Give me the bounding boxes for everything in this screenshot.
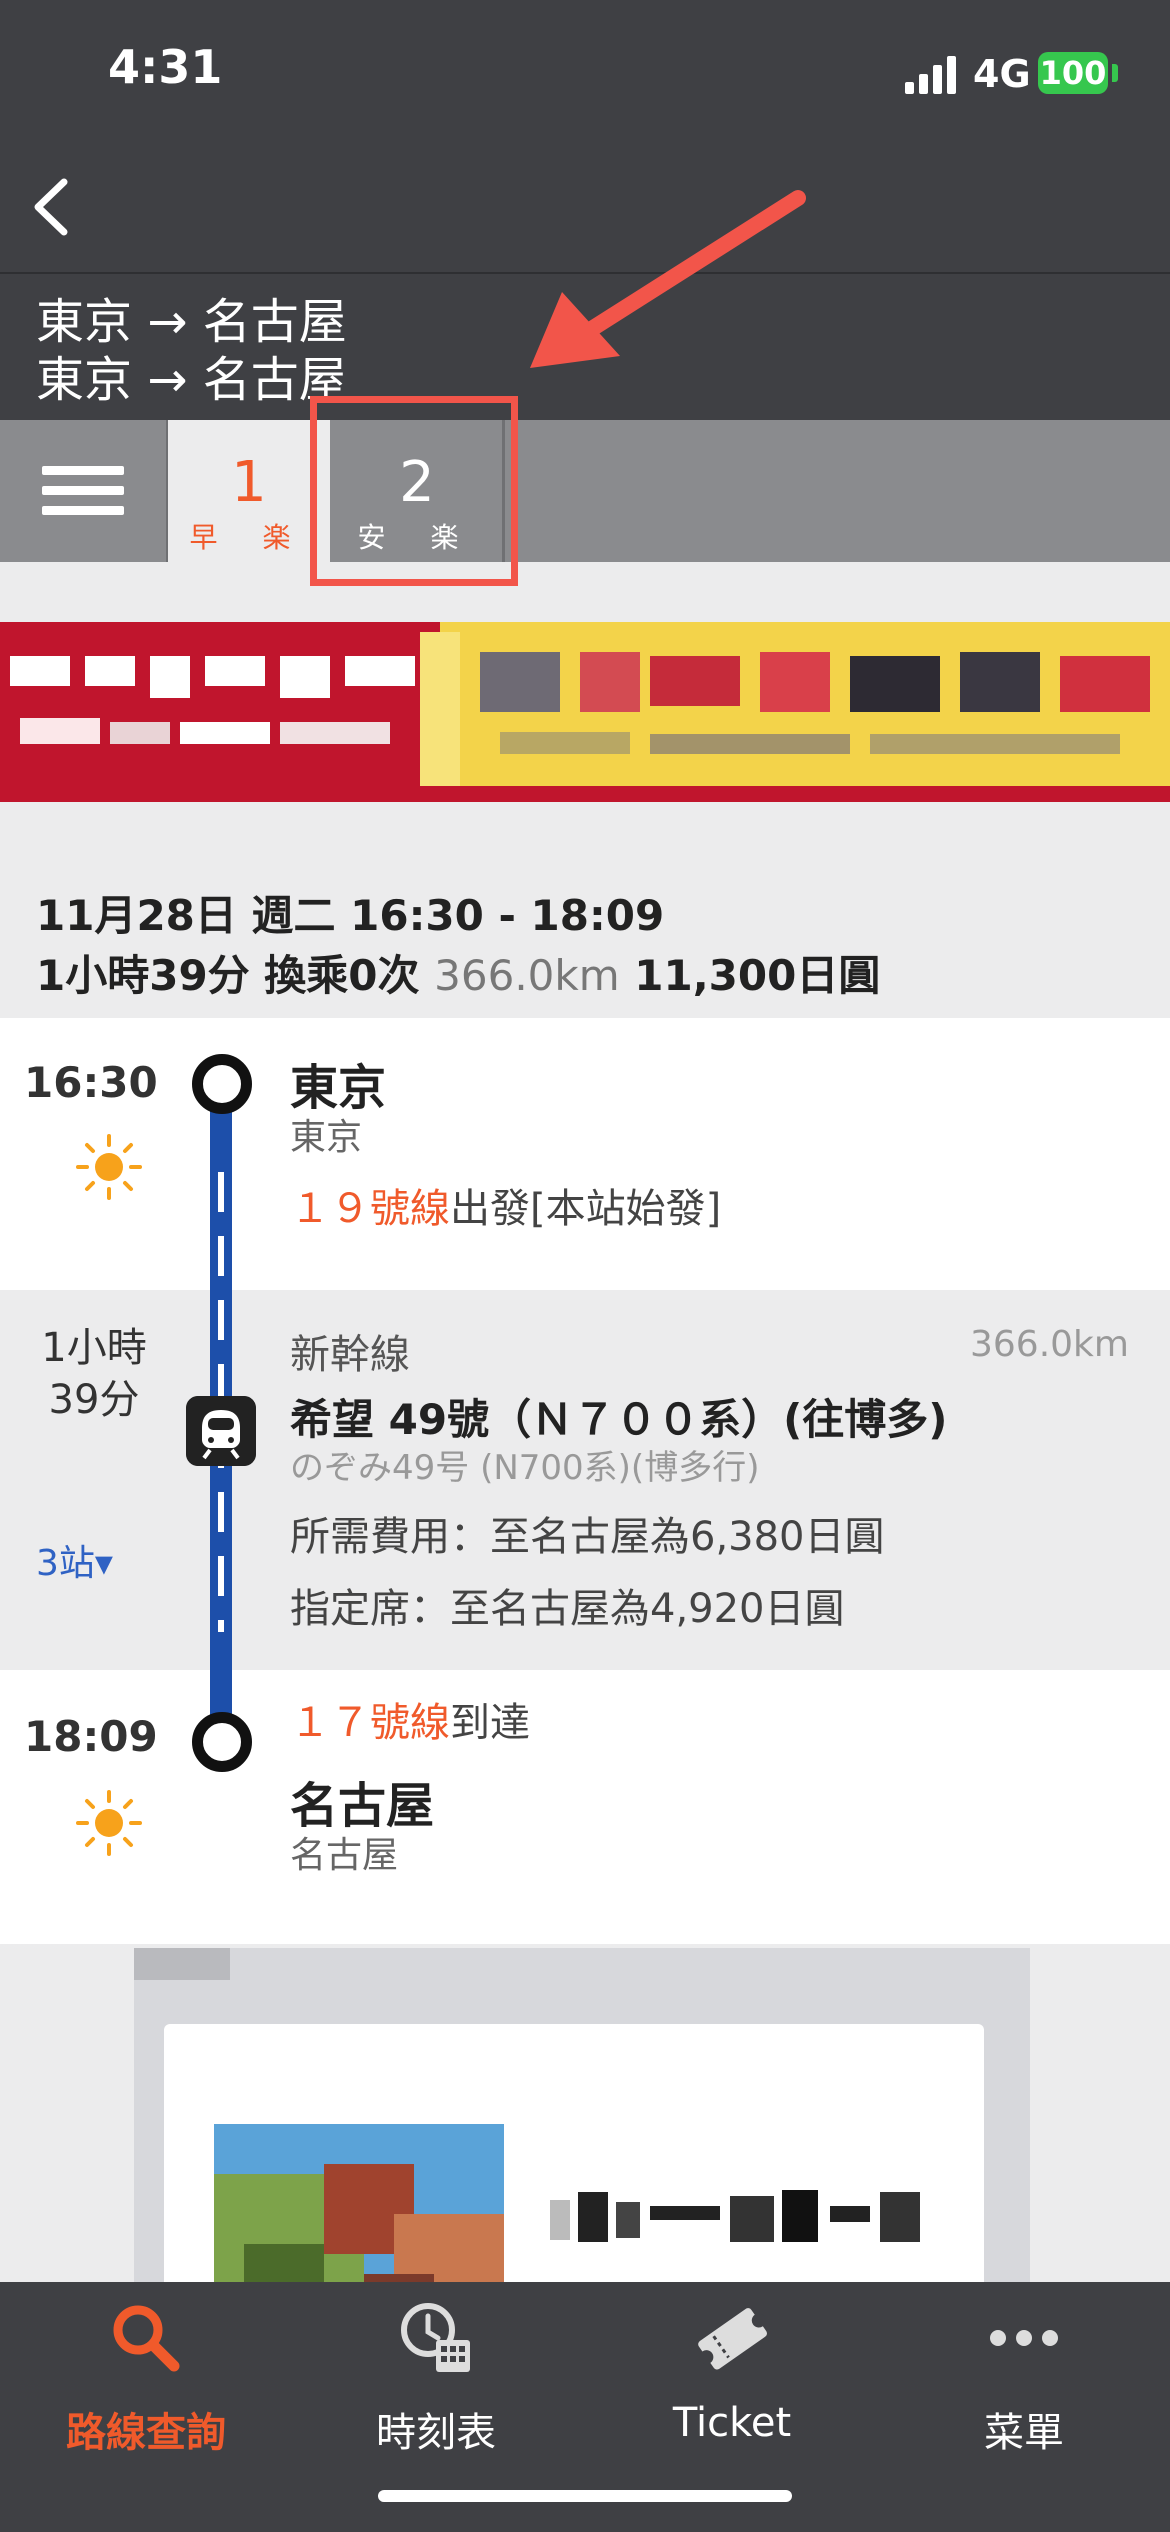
departure-station-sub: 東京 <box>290 1117 363 1158</box>
more-icon <box>990 2330 1058 2346</box>
tab-label: 時刻表 <box>376 2410 496 2456</box>
fare-reserved: 指定席：至名古屋為4,920日圓 <box>290 1586 845 1632</box>
trip-date-time: 11月28日 週二 16:30 - 18:09 <box>36 891 665 940</box>
stops-toggle[interactable]: 3站▾ <box>36 1534 113 1586</box>
annotation-arrow-icon <box>530 190 806 368</box>
ad-banner[interactable] <box>0 622 1170 802</box>
ride-duration-hours: 1小時 <box>41 1325 147 1371</box>
ticket-icon <box>698 2308 767 2370</box>
departure-platform-text: 出發[本站始發] <box>450 1186 722 1232</box>
sun-weather-icon <box>76 1134 142 1200</box>
ride-duration: 1小時 39分 <box>24 1322 164 1426</box>
trip-fare: 11,300日圓 <box>634 951 881 1000</box>
battery-cap <box>1112 64 1118 82</box>
menu-bar <box>42 486 124 495</box>
home-indicator[interactable] <box>378 2490 792 2502</box>
trip-distance: 366.0km <box>434 951 620 1000</box>
arrival-time: 18:09 <box>24 1712 158 1761</box>
departure-station-row[interactable] <box>0 1018 1170 1290</box>
search-icon <box>113 2305 180 2372</box>
tab-label: 菜單 <box>984 2410 1064 2456</box>
arrival-station-row[interactable] <box>0 1670 1170 1944</box>
promo-tab <box>134 1948 230 1980</box>
route-title-line-2: 東京 → 名古屋 <box>36 352 347 408</box>
line-name: 新幹線 <box>290 1332 410 1378</box>
arrival-node <box>192 1712 252 1772</box>
trip-transfers: 換乘0次 <box>264 951 420 1000</box>
tab-number: 1 <box>231 450 267 515</box>
list-menu-button[interactable] <box>0 420 168 562</box>
network-label: 4G <box>973 52 1031 96</box>
menu-bar <box>42 466 124 475</box>
departure-platform: １９號線出發[本站始發] <box>290 1176 721 1234</box>
trip-stats: 1小時39分 換乘0次 366.0km 11,300日圓 <box>36 946 880 1006</box>
arrival-platform: １７號線到達 <box>290 1690 530 1748</box>
back-chevron-icon[interactable] <box>24 172 84 242</box>
signal-icon <box>905 56 956 94</box>
sun-weather-icon <box>76 1790 142 1856</box>
arrival-platform-text: 到達 <box>450 1700 530 1746</box>
train-icon <box>186 1396 256 1466</box>
tab-label: 早 楽 <box>189 521 309 554</box>
arrival-platform-number: １７號線 <box>290 1700 450 1746</box>
route-tab-1[interactable]: 1 早 楽 <box>168 420 330 562</box>
timetable-icon <box>401 2303 470 2372</box>
trip-summary: 11月28日 週二 16:30 - 18:09 1小時39分 換乘0次 366.… <box>36 886 880 1006</box>
status-time: 4:31 <box>108 40 223 94</box>
tab-label: 路線查詢 <box>66 2410 226 2456</box>
ride-distance: 366.0km <box>970 1324 1129 1365</box>
trip-duration: 1小時39分 <box>36 951 250 1000</box>
promo-title <box>550 2190 920 2242</box>
highlight-box <box>310 396 518 586</box>
tab-label: Ticket <box>672 2400 792 2446</box>
departure-platform-number: １９號線 <box>290 1186 450 1232</box>
train-name-japanese: のぞみ49号 (N700系)(博多行) <box>290 1448 760 1488</box>
battery-icon: 100 <box>1038 52 1108 94</box>
departure-time: 16:30 <box>24 1058 158 1107</box>
train-name: 希望 49號（Ｎ７００系）(往博多) <box>290 1395 948 1444</box>
menu-bar <box>42 506 124 515</box>
ride-duration-minutes: 39分 <box>48 1377 140 1423</box>
arrival-station-sub: 名古屋 <box>290 1835 399 1876</box>
fare-required: 所需費用：至名古屋為6,380日圓 <box>290 1514 885 1560</box>
departure-node <box>192 1054 252 1114</box>
